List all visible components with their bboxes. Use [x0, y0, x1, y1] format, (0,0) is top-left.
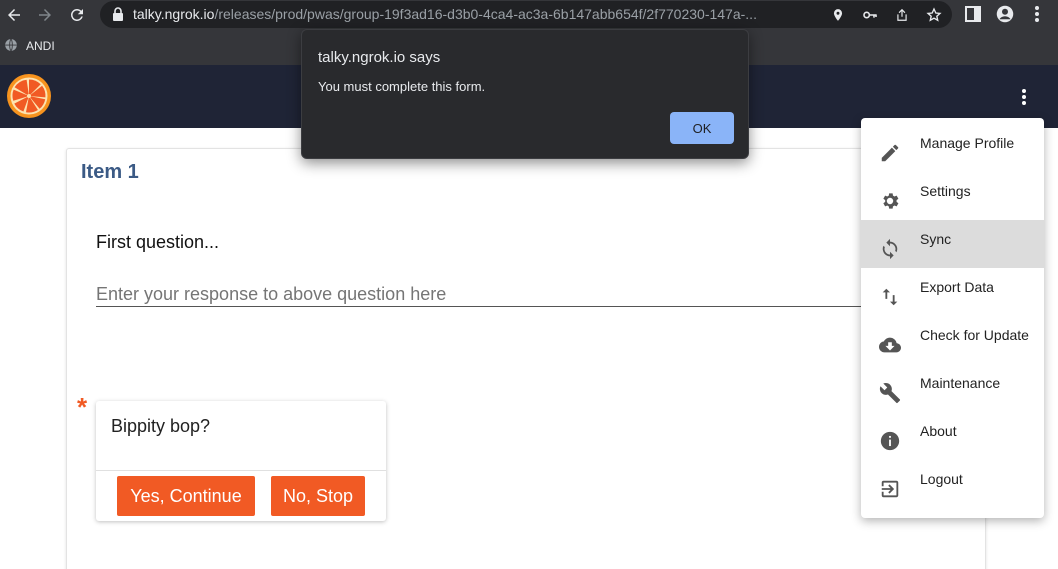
url-text: talky.ngrok.io/releases/prod/pwas/group-… [133, 6, 757, 22]
reload-icon[interactable] [65, 3, 89, 27]
menu-item-settings[interactable]: Settings [861, 172, 1044, 220]
menu-item-manage-profile[interactable]: Manage Profile [861, 124, 1044, 172]
orange-logo-icon [6, 73, 52, 119]
address-bar[interactable]: talky.ngrok.io/releases/prod/pwas/group-… [100, 1, 952, 28]
more-icon[interactable] [1026, 3, 1048, 25]
cloud-download-icon [878, 333, 902, 357]
forward-icon[interactable] [33, 3, 57, 27]
menu-item-about[interactable]: About [861, 412, 1044, 460]
response-input[interactable] [96, 283, 876, 307]
bookmark-label: ANDI [26, 39, 55, 53]
yes-continue-button[interactable]: Yes, Continue [117, 476, 255, 516]
alert-message: You must complete this form. [318, 79, 486, 94]
gear-icon [878, 189, 902, 213]
required-marker: * [77, 392, 88, 422]
pencil-icon [878, 141, 902, 165]
menu-item-check-for-update[interactable]: Check for Update [861, 316, 1044, 364]
logout-icon [878, 477, 902, 501]
overflow-menu: Manage Profile Settings Sync Export Data… [861, 118, 1044, 518]
menu-item-maintenance[interactable]: Maintenance [861, 364, 1044, 412]
bookmark-andi[interactable]: ANDI [4, 36, 55, 56]
question-2-label: Bippity bop? [111, 416, 211, 436]
divider [96, 470, 386, 471]
star-icon[interactable] [924, 5, 944, 25]
key-icon[interactable] [860, 5, 880, 25]
menu-item-sync[interactable]: Sync [861, 220, 1044, 268]
ok-button[interactable]: OK [670, 112, 734, 144]
item-title: Item 1 [81, 161, 139, 183]
alert-dialog: talky.ngrok.io says You must complete th… [301, 29, 749, 159]
location-icon[interactable] [828, 5, 848, 25]
app-menu-button[interactable] [1012, 85, 1036, 109]
sync-icon [878, 237, 902, 261]
menu-item-logout[interactable]: Logout [861, 460, 1044, 508]
side-panel-icon[interactable] [962, 3, 984, 25]
question-1-label: First question... [96, 232, 220, 252]
share-icon[interactable] [892, 5, 912, 25]
alert-title: talky.ngrok.io says [318, 49, 441, 66]
menu-item-export-data[interactable]: Export Data [861, 268, 1044, 316]
profile-icon[interactable] [994, 3, 1016, 25]
info-icon [878, 429, 902, 453]
swap-vertical-icon [878, 285, 902, 309]
lock-icon[interactable] [112, 7, 124, 26]
wrench-icon [878, 381, 902, 405]
globe-icon [4, 38, 18, 55]
no-stop-button[interactable]: No, Stop [271, 476, 365, 516]
question-2-card: Bippity bop? Yes, Continue No, Stop [96, 401, 386, 521]
back-icon[interactable] [2, 3, 26, 27]
